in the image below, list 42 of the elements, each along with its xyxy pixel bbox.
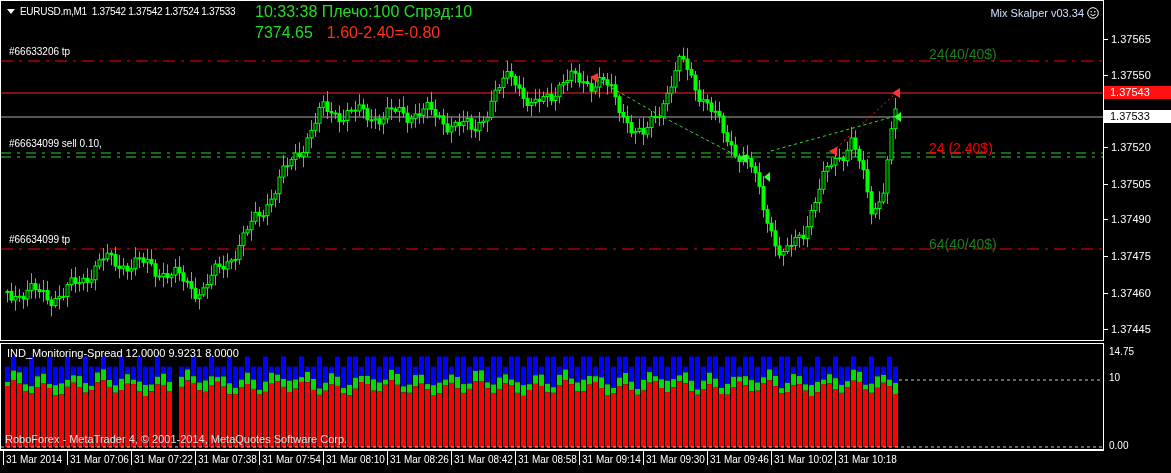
time-label: 31 Mar 09:46 bbox=[707, 451, 771, 465]
ohlc-values: 1.37542 1.37542 1.37524 1.37533 bbox=[91, 5, 236, 19]
order-note: 24 (2.40$) bbox=[929, 141, 993, 155]
time-label: 31 Mar 08:42 bbox=[451, 451, 515, 465]
order-label: #66633206 tp bbox=[9, 47, 71, 57]
time-label: 31 Mar 2014 bbox=[3, 451, 67, 465]
order-note: 64(40/40$) bbox=[929, 237, 997, 251]
expert-name: Mix Skalper v03.34 bbox=[990, 6, 1084, 21]
order-label: #66634099 tp bbox=[9, 235, 71, 245]
dropdown-triangle-icon[interactable] bbox=[7, 9, 15, 14]
time-label: 31 Mar 08:58 bbox=[515, 451, 579, 465]
profit-result: 1.60-2.40=-0.80 bbox=[326, 23, 441, 43]
time-label: 31 Mar 07:54 bbox=[259, 451, 323, 465]
time-label: 31 Mar 10:18 bbox=[835, 451, 899, 465]
indicator-tick: 14.75 bbox=[1109, 347, 1135, 357]
price-tick: 1.37475 bbox=[1104, 251, 1151, 262]
order-label: #66634099 sell 0.10, bbox=[9, 139, 102, 149]
smiley-icon[interactable] bbox=[1087, 7, 1099, 20]
price-tick: 1.37445 bbox=[1104, 324, 1151, 335]
indicator-title: IND_Monitoring-Spread 12.0000 9.9231 8.0000 bbox=[7, 348, 239, 359]
time-label: 31 Mar 07:06 bbox=[67, 451, 131, 465]
price-tick: 1.37520 bbox=[1104, 142, 1151, 153]
time-label: 31 Mar 09:30 bbox=[643, 451, 707, 465]
price-tick: 1.37505 bbox=[1104, 179, 1151, 190]
price-tick: 1.37565 bbox=[1104, 34, 1151, 45]
price-tick: 1.37460 bbox=[1104, 288, 1151, 299]
time-label: 31 Mar 07:22 bbox=[131, 451, 195, 465]
bid-price-label: 1.37533 bbox=[1104, 110, 1171, 123]
indicator-tick: 0.00 bbox=[1109, 441, 1129, 451]
time-label: 31 Mar 07:38 bbox=[195, 451, 259, 465]
time-label: 31 Mar 10:02 bbox=[771, 451, 835, 465]
time-label: 31 Mar 08:10 bbox=[323, 451, 387, 465]
price-tick: 1.37550 bbox=[1104, 70, 1151, 81]
price-tick: 1.37490 bbox=[1104, 214, 1151, 225]
status-text: 10:33:38 Плечо:100 Спрэд:10 bbox=[255, 2, 473, 22]
time-label: 31 Mar 09:14 bbox=[579, 451, 643, 465]
order-note: 24(40/40$) bbox=[929, 47, 997, 61]
indicator-tick: 10 bbox=[1109, 373, 1121, 383]
time-label: 31 Mar 08:26 bbox=[387, 451, 451, 465]
ask-price-label: 1.37543 bbox=[1104, 86, 1171, 99]
balance-value: 7374.65 bbox=[255, 23, 313, 43]
symbol-label: EURUSD.m,M1 bbox=[20, 5, 87, 19]
